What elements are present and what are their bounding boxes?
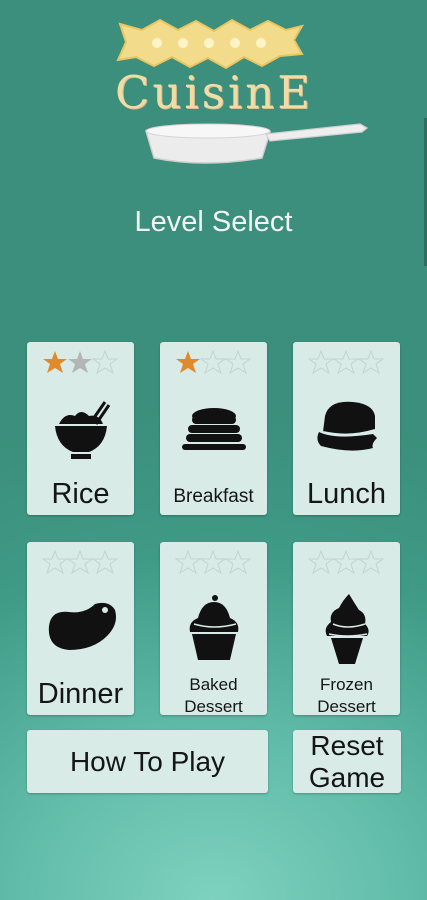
empty-star-icon	[224, 550, 252, 575]
level-label: Breakfast	[173, 486, 254, 507]
steak-icon	[48, 602, 117, 650]
how-to-play-button[interactable]: How To Play	[27, 730, 268, 793]
star-rating	[308, 350, 385, 375]
level-card-lunch[interactable]: Lunch	[293, 342, 400, 515]
level-label: Baked Dessert	[160, 674, 267, 718]
level-label-line1: Baked	[189, 675, 238, 694]
star-rating	[42, 550, 119, 575]
empty-star-icon	[332, 350, 360, 375]
level-card-rice[interactable]: Rice	[27, 342, 134, 515]
star-rating	[43, 350, 119, 375]
ice-cream-icon	[325, 594, 369, 664]
empty-star-icon	[357, 350, 385, 375]
level-card-frozen-dessert[interactable]: Frozen Dessert	[293, 542, 400, 718]
page-title: Level Select	[134, 206, 293, 238]
empty-star-icon	[224, 350, 252, 375]
empty-star-icon	[175, 550, 202, 575]
star-rating	[308, 550, 385, 575]
star-rating	[176, 350, 252, 375]
level-card-baked-dessert[interactable]: Baked Dessert	[160, 542, 267, 718]
reset-game-button[interactable]: Reset Game	[293, 730, 401, 793]
empty-star-icon	[199, 550, 227, 575]
level-label: Frozen Dessert	[293, 674, 400, 718]
gold-star-icon	[176, 351, 200, 373]
gold-star-icon	[43, 351, 67, 373]
level-label: Rice	[51, 478, 110, 510]
silver-star-icon	[68, 351, 92, 373]
reset-game-line1: Reset	[310, 729, 384, 761]
empty-star-icon	[308, 350, 335, 375]
level-label-line2: Dessert	[184, 697, 243, 716]
empty-star-icon	[42, 550, 69, 575]
level-label-line2: Dessert	[317, 697, 376, 716]
level-label-line1: Frozen	[320, 675, 373, 694]
logo-title: CuisinE	[114, 66, 314, 119]
level-label: Dinner	[37, 678, 124, 710]
empty-star-icon	[332, 550, 360, 575]
frying-pan-icon	[145, 123, 369, 164]
pancakes-icon	[182, 408, 246, 450]
empty-star-icon	[91, 550, 119, 575]
empty-star-icon	[91, 350, 119, 375]
cupcake-icon	[189, 595, 239, 660]
sandwich-icon	[317, 401, 377, 451]
how-to-play-label: How To Play	[69, 745, 226, 777]
reset-game-label: Reset Game	[309, 730, 385, 794]
empty-star-icon	[357, 550, 385, 575]
level-label: Lunch	[306, 478, 386, 510]
empty-star-icon	[199, 350, 227, 375]
empty-star-icon	[66, 550, 94, 575]
level-card-dinner[interactable]: Dinner	[27, 542, 134, 715]
level-card-breakfast[interactable]: Breakfast	[160, 342, 267, 515]
star-rating	[175, 550, 252, 575]
empty-star-icon	[308, 550, 335, 575]
rice-bowl-icon	[55, 401, 111, 459]
reset-game-line2: Game	[308, 761, 386, 793]
